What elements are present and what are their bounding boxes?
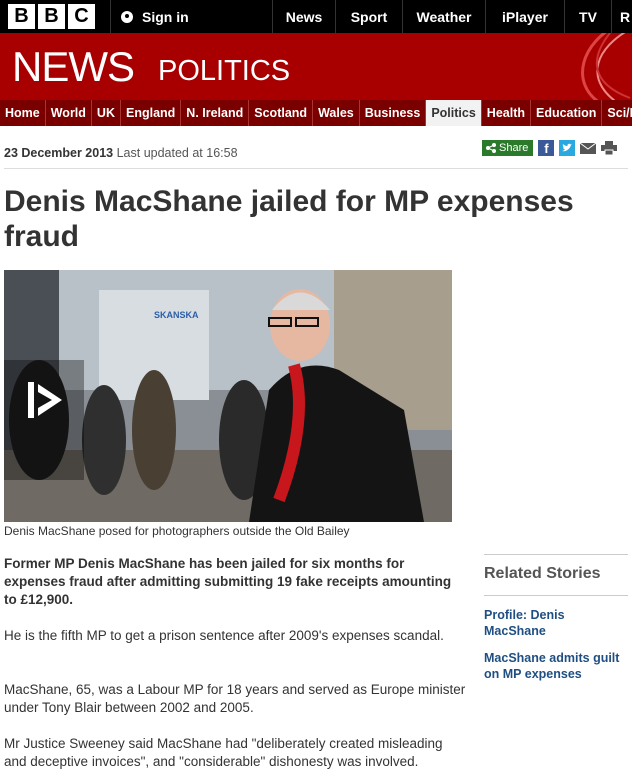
section-title[interactable]: POLITICS: [158, 55, 290, 88]
banner-swirl-graphic: [581, 33, 631, 100]
secnav-home[interactable]: Home: [0, 100, 46, 126]
secnav-education[interactable]: Education: [531, 100, 603, 126]
news-logo[interactable]: NEWS: [12, 43, 135, 91]
article-paragraph: He is the fifth MP to get a prison sente…: [4, 628, 444, 643]
related-link[interactable]: MacShane admits guilt on MP expenses: [484, 650, 628, 682]
related-link[interactable]: Profile: Denis MacShane: [484, 607, 628, 639]
secnav-england[interactable]: England: [121, 100, 182, 126]
secnav-scotland[interactable]: Scotland: [249, 100, 314, 126]
signin-label: Sign in: [142, 8, 189, 25]
global-header: B B C Sign in News Sport Weather iPlayer…: [0, 0, 632, 33]
topnav-iplayer[interactable]: iPlayer: [485, 0, 564, 33]
photo-caption: Denis MacShane posed for photographers o…: [4, 524, 350, 538]
bbc-logo[interactable]: B B C: [8, 4, 95, 29]
photo-scene: SKANSKA: [4, 270, 452, 522]
topnav-sport[interactable]: Sport: [335, 0, 402, 33]
last-updated: Last updated at 16:58: [116, 146, 238, 160]
article-photo: SKANSKA: [4, 270, 452, 522]
share-button[interactable]: Share: [482, 140, 534, 156]
news-banner: NEWS POLITICS: [0, 33, 632, 100]
top-nav: News Sport Weather iPlayer TV R: [272, 0, 632, 33]
article-paragraph: Mr Justice Sweeney said MacShane had "de…: [4, 736, 443, 769]
logo-letter: B: [38, 4, 65, 29]
email-icon[interactable]: [580, 142, 597, 154]
section-nav: Home World UK England N. Ireland Scotlan…: [0, 100, 632, 126]
logo-letter: C: [68, 4, 95, 29]
related-stories-title: Related Stories: [484, 565, 601, 582]
signin-button[interactable]: Sign in: [110, 0, 261, 33]
twitter-icon[interactable]: [559, 140, 576, 156]
article-headline: Denis MacShane jailed for MP expenses fr…: [4, 185, 574, 253]
secnav-n-ireland[interactable]: N. Ireland: [181, 100, 250, 126]
secnav-world[interactable]: World: [46, 100, 92, 126]
related-divider: [484, 595, 628, 596]
secnav-health[interactable]: Health: [482, 100, 531, 126]
topnav-news[interactable]: News: [272, 0, 335, 33]
related-stories: Related Stories Profile: Denis MacShane …: [484, 554, 628, 682]
share-icon: [486, 143, 496, 153]
topnav-radio[interactable]: R: [611, 0, 632, 33]
user-icon: [121, 10, 133, 23]
article-paragraph: MacShane, 65, was a Labour MP for 18 yea…: [4, 682, 466, 715]
logo-letter: B: [8, 4, 35, 29]
share-label: Share: [499, 142, 529, 154]
secnav-politics[interactable]: Politics: [426, 100, 482, 126]
article-lead: Former MP Denis MacShane has been jailed…: [4, 556, 452, 607]
secnav-sci-env[interactable]: Sci/E: [602, 100, 632, 126]
dateline: 23 December 2013 Last updated at 16:58: [4, 146, 238, 160]
topnav-weather[interactable]: Weather: [402, 0, 485, 33]
secnav-business[interactable]: Business: [360, 100, 427, 126]
photo-sign-text: SKANSKA: [154, 310, 199, 320]
secnav-uk[interactable]: UK: [92, 100, 121, 126]
share-tools: Share f: [482, 140, 618, 156]
secnav-wales[interactable]: Wales: [313, 100, 360, 126]
topnav-tv[interactable]: TV: [564, 0, 611, 33]
facebook-icon[interactable]: f: [538, 140, 555, 156]
article-date: 23 December 2013: [4, 146, 114, 160]
header-divider: [4, 168, 628, 169]
print-icon[interactable]: [601, 141, 618, 155]
video-play-icon[interactable]: [22, 378, 66, 422]
